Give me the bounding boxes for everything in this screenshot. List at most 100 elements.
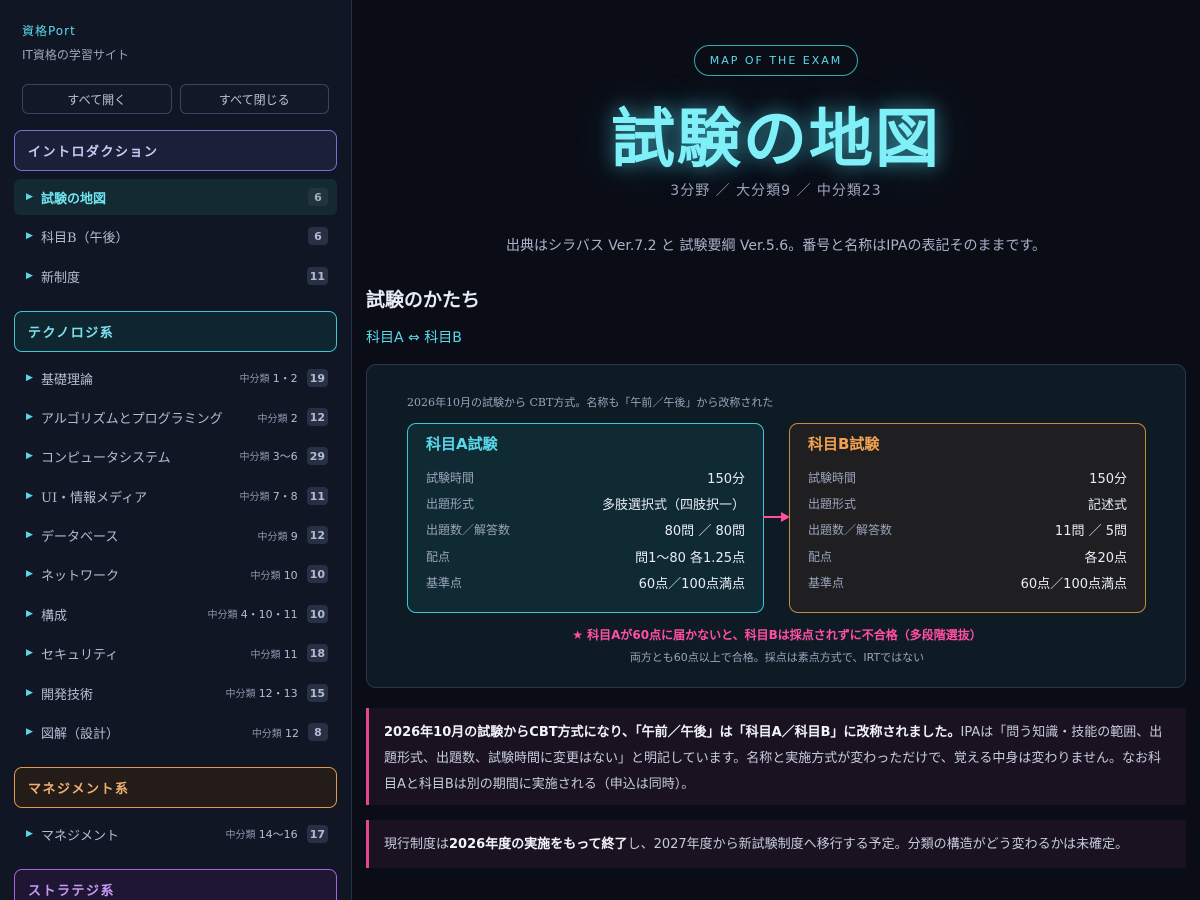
sidebar-item-label: 新制度 [41,270,81,286]
subject-b-card: 科目B試験 試験時間 150分 出題形式 記述式 出題数／解答数 11問 ／ 5問 配… [789,423,1146,613]
section-header-technology[interactable]: テクノロジ系 [14,311,337,352]
item-count-badge: 10 [306,605,328,623]
sidebar-item-label: 構成 [41,608,68,624]
sidebar-item-computer-system[interactable]: ▶ コンピュータシステム 中分類 3〜6 29 [14,438,337,474]
item-count-badge: 17 [306,825,328,843]
section-header-strategy[interactable]: ストラテジ系 [14,869,337,900]
sidebar-item-database[interactable]: ▶ データベース 中分類 9 12 [14,517,337,553]
triangle-right-icon: ▶ [26,569,33,579]
triangle-right-icon: ▶ [26,192,33,202]
selection-warning: ★ 科目Aが60点に届かないと、科目Bは採点されずに不合格（多段階選抜） [572,628,982,642]
item-count-badge: 10 [306,565,328,583]
category-range: 中分類 2 [257,411,298,425]
subject-a-card: 科目A試験 試験時間 150分 出題形式 多肢選択式（四肢択一） 出題数／解答数 80… [407,423,764,613]
item-count-badge: 18 [306,644,328,662]
card-title: 科目A試験 [426,435,498,453]
triangle-right-icon: ▶ [26,530,33,540]
card-row: 出題数／解答数 80問 ／ 80問 [426,523,745,540]
triangle-right-icon: ▶ [26,451,33,461]
card-row: 出題数／解答数 11問 ／ 5問 [808,523,1127,540]
triangle-right-icon: ▶ [26,727,33,737]
section-heading-exam-format: 試験のかたち [366,289,481,311]
triangle-right-icon: ▶ [26,231,33,241]
category-range: 中分類 14〜16 [225,828,298,841]
panel-caption: 2026年10月の試験から CBT方式。名称も「午前／午後」から改称された [407,396,774,409]
item-count-badge: 15 [306,684,328,702]
triangle-right-icon: ▶ [26,491,33,501]
card-row: 試験時間 150分 [808,470,1127,487]
pass-criteria-note: 両方とも60点以上で合格。採点は素点方式で、IRTではない [629,651,925,664]
sidebar-item-basic-theory[interactable]: ▶ 基礎理論 中分類 1・2 19 [14,360,337,396]
sidebar-item-ui-media[interactable]: ▶ UI・情報メディア 中分類 7・8 11 [14,478,337,514]
category-range: 中分類 11 [250,647,298,661]
item-count-badge: 6 [308,188,328,206]
item-count-badge: 8 [308,723,328,741]
triangle-right-icon: ▶ [26,829,33,839]
collapse-all-button[interactable]: すべて閉じる [179,84,329,114]
category-range: 中分類 4・10・11 [207,608,298,621]
page-title: 試験の地図 [611,102,941,177]
triangle-right-icon: ▶ [26,271,33,281]
brand-logo[interactable]: 資格Port [22,22,76,39]
sidebar-item-security[interactable]: ▶ セキュリティ 中分類 11 18 [14,635,337,671]
item-count-badge: 19 [306,369,328,387]
card-row: 試験時間 150分 [426,470,745,487]
sidebar-item-development[interactable]: ▶ 開発技術 中分類 12・13 15 [14,675,337,711]
category-range: 中分類 12・13 [225,687,298,700]
sidebar-item-new-system[interactable]: ▶ 新制度 11 [14,258,337,294]
triangle-right-icon: ▶ [26,609,33,619]
item-count-badge: 12 [306,408,328,426]
category-range: 中分類 12 [251,726,299,740]
expand-collapse-controls: すべて開く すべて閉じる [22,84,329,114]
cbt-change-note: 2026年10月の試験からCBT方式になり、「午前／午後」は「科目A／科目B」に… [366,708,1186,805]
triangle-right-icon: ▶ [26,648,33,658]
expand-all-button[interactable]: すべて開く [22,84,172,114]
main-content: MAP OF THE EXAM 試験の地図 3分野 ／ 大分類9 ／ 中分類23… [352,0,1200,900]
sidebar-item-label: アルゴリズムとプログラミング [41,411,223,427]
exam-format-panel: 2026年10月の試験から CBT方式。名称も「午前／午後」から改称された 科目… [366,364,1186,688]
sidebar: 資格Port IT資格の学習サイト すべて開く すべて閉じる イントロダクション… [0,0,352,900]
card-row: 配点 各20点 [808,549,1127,566]
card-row: 配点 問1〜80 各1.25点 [426,549,745,566]
triangle-right-icon: ▶ [26,412,33,422]
sidebar-item-label: セキュリティ [41,647,119,663]
item-count-badge: 11 [306,267,328,285]
sidebar-item-management[interactable]: ▶ マネジメント 中分類 14〜16 17 [14,816,337,852]
source-note: 出典はシラバス Ver.7.2 と 試験要綱 Ver.5.6。番号と名称はIPA… [505,238,1047,254]
category-range: 中分類 1・2 [239,372,298,385]
card-row: 基準点 60点／100点満点 [808,576,1127,593]
card-row: 出題形式 記述式 [808,497,1127,514]
sidebar-item-label: マネジメント [41,828,120,844]
card-row: 出題形式 多肢選択式（四肢択一） [426,497,745,514]
hero-pill-label: MAP OF THE EXAM [694,45,858,76]
sidebar-item-subject-b[interactable]: ▶ 科目B（午後） 6 [14,218,337,254]
sidebar-item-network[interactable]: ▶ ネットワーク 中分類 10 10 [14,556,337,592]
sidebar-item-label: 開発技術 [41,687,94,703]
sidebar-item-label: ネットワーク [41,568,120,584]
category-range: 中分類 7・8 [239,490,298,503]
subject-compare-link[interactable]: 科目A ⇔ 科目B [366,327,462,347]
category-range: 中分類 10 [250,568,298,582]
item-count-badge: 6 [308,227,328,245]
item-count-badge: 29 [306,447,328,465]
item-count-badge: 11 [306,487,328,505]
sidebar-item-exam-map[interactable]: ▶ 試験の地図 6 [14,179,337,215]
section-header-management[interactable]: マネジメント系 [14,767,337,808]
category-range: 中分類 3〜6 [239,450,298,463]
triangle-right-icon: ▶ [26,373,33,383]
sidebar-item-label: 基礎理論 [41,372,94,388]
sidebar-item-label: データベース [41,529,119,545]
system-end-note: 現行制度は2026年度の実施をもって終了し、2027年度から新試験制度へ移行する… [366,820,1186,868]
sidebar-item-label: UI・情報メディア [41,490,148,506]
sidebar-item-algorithms[interactable]: ▶ アルゴリズムとプログラミング 中分類 2 12 [14,399,337,435]
category-range: 中分類 9 [257,529,298,543]
hero-stats: 3分野 ／ 大分類9 ／ 中分類23 [670,183,882,199]
card-title: 科目B試験 [808,435,880,453]
sidebar-item-configuration[interactable]: ▶ 構成 中分類 4・10・11 10 [14,596,337,632]
sidebar-item-label: 試験の地図 [41,191,107,207]
sidebar-item-diagrams[interactable]: ▶ 図解（設計） 中分類 12 8 [14,714,337,750]
section-header-intro[interactable]: イントロダクション [14,130,337,171]
item-count-badge: 12 [306,526,328,544]
sidebar-item-label: コンピュータシステム [41,450,171,466]
sidebar-item-label: 科目B（午後） [41,230,129,246]
